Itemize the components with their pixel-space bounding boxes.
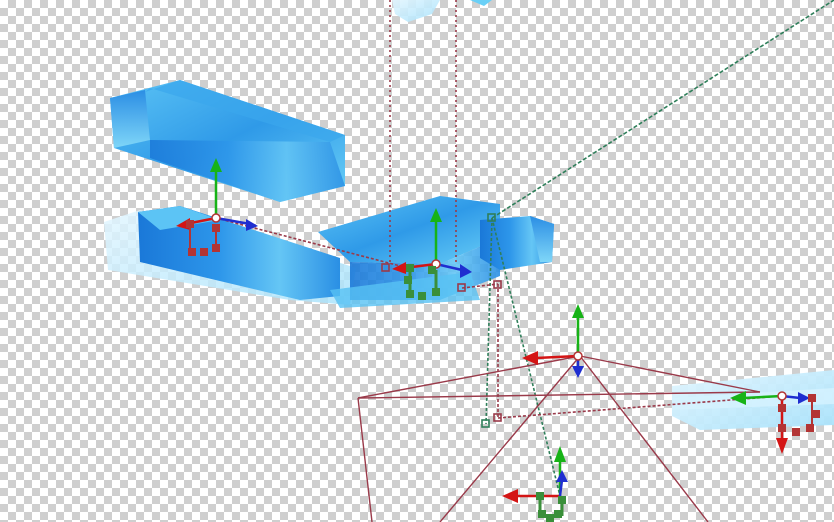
upper-blue-block[interactable]	[110, 80, 345, 202]
scene-viewport[interactable]	[0, 0, 834, 522]
frame-apex-gizmo[interactable]	[522, 304, 584, 378]
move-gizmo-icon[interactable]	[522, 304, 584, 378]
bottom-gizmo[interactable]	[481, 413, 568, 522]
move-gizmo-icon[interactable]	[502, 446, 568, 503]
scene-canvas[interactable]	[0, 0, 834, 522]
top-pale-block[interactable]	[392, 0, 492, 22]
